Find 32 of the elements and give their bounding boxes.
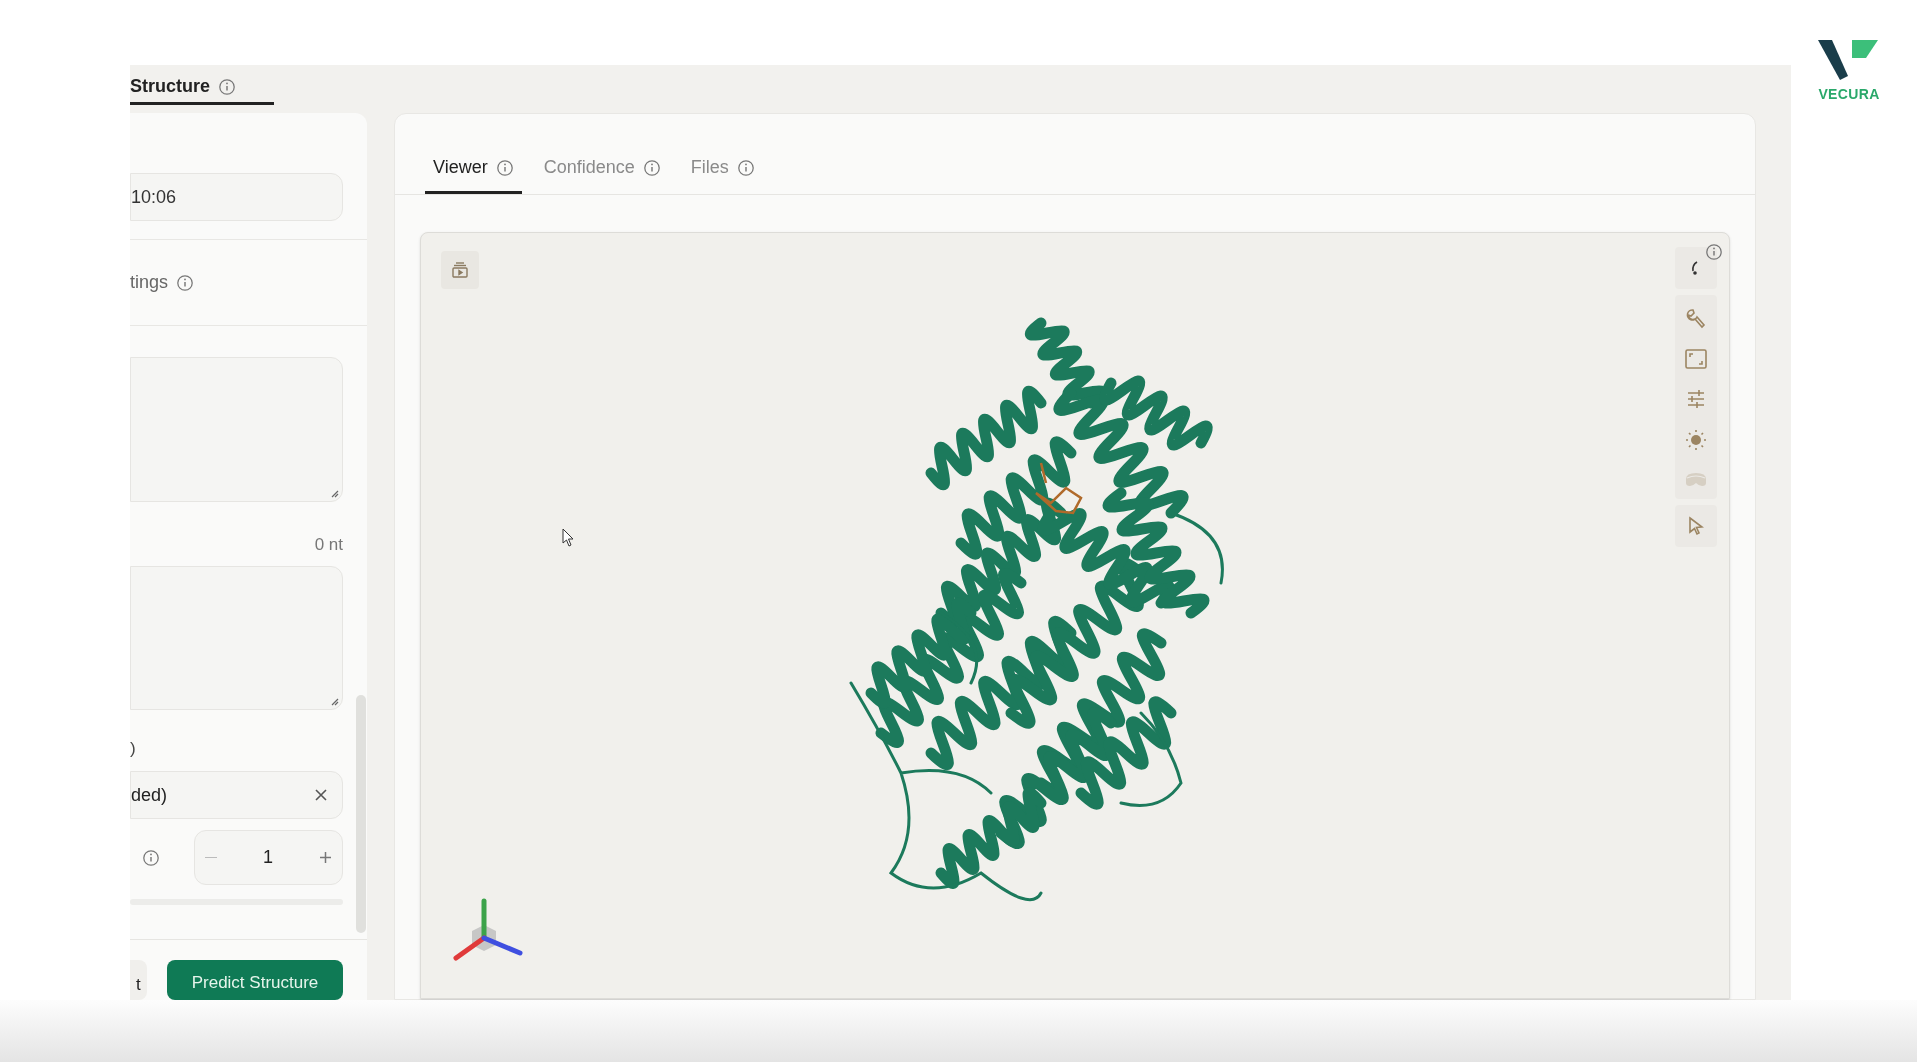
tab[interactable]: Viewer xyxy=(425,144,522,194)
structure-viewer[interactable] xyxy=(420,232,1730,999)
field-label: ) xyxy=(130,738,136,758)
plus-icon[interactable] xyxy=(319,851,332,864)
wrench-icon[interactable] xyxy=(1685,307,1707,329)
pointer-icon[interactable] xyxy=(1688,516,1704,536)
section-label: tings xyxy=(130,271,169,294)
stack-icon xyxy=(451,261,469,279)
info-icon[interactable] xyxy=(642,158,661,177)
info-icon[interactable] xyxy=(176,273,195,292)
logo-text: VECURA xyxy=(1818,85,1880,104)
snapshot-button[interactable] xyxy=(441,251,479,289)
expand-icon[interactable] xyxy=(1685,349,1707,369)
tab[interactable]: Structure xyxy=(130,71,274,105)
time-field[interactable]: 10:06 xyxy=(130,173,343,221)
number-stepper[interactable]: 1 xyxy=(194,830,343,885)
predict-structure-button[interactable]: Predict Structure xyxy=(167,960,343,1000)
resize-handle-icon[interactable] xyxy=(330,696,339,706)
length-count: 0 nt xyxy=(314,534,343,556)
sliders-icon[interactable] xyxy=(1686,389,1706,409)
info-icon[interactable] xyxy=(495,158,514,177)
sun-icon[interactable] xyxy=(1685,429,1707,451)
resize-handle-icon[interactable] xyxy=(330,489,339,498)
cursor-icon xyxy=(562,528,576,548)
info-icon[interactable] xyxy=(736,158,755,177)
scrollbar[interactable] xyxy=(356,695,366,933)
info-icon[interactable] xyxy=(1705,243,1723,261)
info-icon[interactable] xyxy=(218,77,236,96)
close-icon[interactable] xyxy=(314,788,328,802)
info-icon[interactable] xyxy=(142,848,160,867)
select-field[interactable]: ded) xyxy=(130,771,343,819)
secondary-button[interactable]: t xyxy=(130,960,147,1000)
